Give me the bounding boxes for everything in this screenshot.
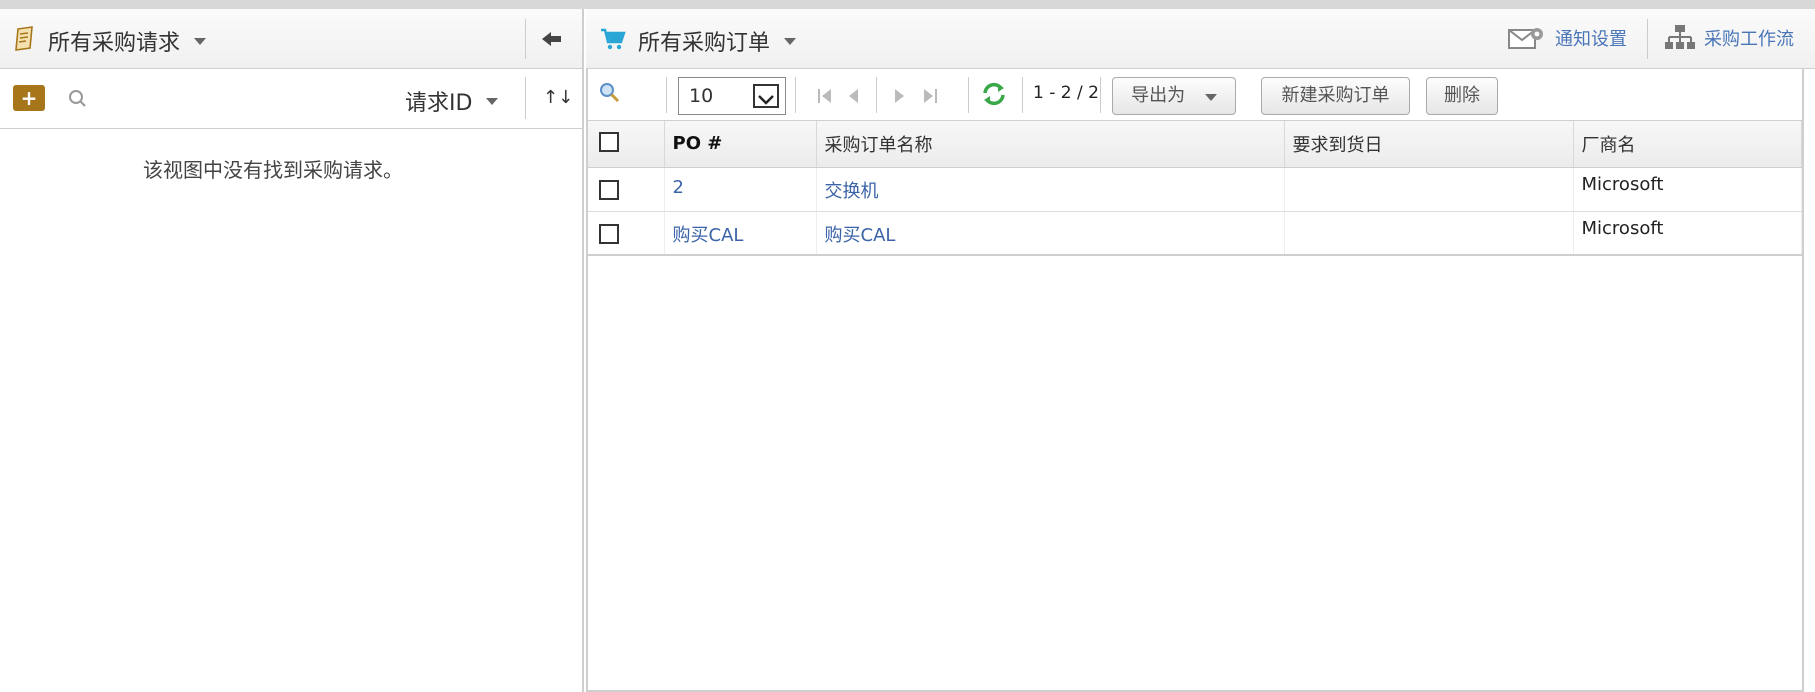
row-select-cell <box>588 211 665 256</box>
notify-settings-icon <box>1508 28 1543 49</box>
new-order-button[interactable]: 新建采购订单 <box>1261 77 1410 115</box>
po-number-link[interactable]: 购买CAL <box>664 211 817 256</box>
divider <box>876 77 877 113</box>
refresh-icon[interactable] <box>981 81 1007 107</box>
orders-pane: 所有采购订单 通知设置 采购工作流 10 1 - 2 / 2 导出为 新建采购订… <box>586 9 1815 692</box>
table-row: 购买CAL 购买CAL Microsoft <box>588 211 1802 256</box>
row-checkbox[interactable] <box>599 179 619 200</box>
requests-view-selector[interactable]: 所有采购请求 <box>12 25 207 57</box>
chevron-down-icon <box>784 37 797 45</box>
divider <box>1022 77 1023 113</box>
workflow-link[interactable]: 采购工作流 <box>1664 23 1794 53</box>
due-date-cell <box>1284 167 1574 212</box>
orders-view-selector[interactable]: 所有采购订单 <box>600 25 797 57</box>
vendor-cell: Microsoft <box>1573 211 1802 256</box>
due-date-cell <box>1284 211 1574 256</box>
notify-settings-link[interactable]: 通知设置 <box>1507 23 1627 53</box>
select-all-cell <box>588 121 665 168</box>
grid-toolbar: 10 1 - 2 / 2 导出为 新建采购订单 删除 <box>588 69 1802 121</box>
page-size-select[interactable]: 10 <box>678 77 786 115</box>
chevron-down-icon <box>194 37 207 45</box>
notify-settings-label: 通知设置 <box>1555 29 1627 50</box>
divider <box>525 77 526 119</box>
column-header-vendor[interactable]: 厂商名 <box>1573 121 1802 168</box>
collapse-pane-button[interactable] <box>540 29 564 49</box>
workflow-icon <box>1665 25 1695 49</box>
first-page-icon[interactable] <box>816 87 834 105</box>
export-button[interactable]: 导出为 <box>1112 77 1236 115</box>
divider <box>525 19 526 59</box>
add-request-button[interactable]: + <box>13 85 45 111</box>
export-label: 导出为 <box>1131 85 1186 106</box>
prev-page-icon[interactable] <box>846 87 860 105</box>
chevron-down-icon <box>486 97 499 105</box>
next-page-icon[interactable] <box>893 87 907 105</box>
divider <box>1100 77 1101 113</box>
divider <box>1647 19 1648 59</box>
requests-toolbar: + 请求ID ↑↓ <box>0 69 582 129</box>
table-header-row: PO # 采购订单名称 要求到货日 厂商名 <box>588 121 1802 168</box>
workflow-label: 采购工作流 <box>1704 29 1794 50</box>
last-page-icon[interactable] <box>921 87 939 105</box>
sort-field-label: 请求ID <box>405 91 473 116</box>
row-checkbox[interactable] <box>599 223 619 244</box>
page-info: 1 - 2 / 2 <box>1033 83 1099 103</box>
request-icon <box>12 26 36 56</box>
empty-message-text: 该视图中没有找到采购请求。 <box>143 158 403 182</box>
delete-button[interactable]: 删除 <box>1426 77 1498 115</box>
po-number-link[interactable]: 2 <box>664 167 817 212</box>
filter-button[interactable] <box>598 81 622 109</box>
search-icon <box>69 90 86 107</box>
empty-message: 该视图中没有找到采购请求。 <box>0 154 584 183</box>
orders-header: 所有采购订单 通知设置 采购工作流 <box>586 9 1815 69</box>
chevron-down-icon <box>753 84 779 108</box>
search-button[interactable] <box>68 89 88 109</box>
column-header-name[interactable]: 采购订单名称 <box>816 121 1285 168</box>
cart-icon <box>600 27 626 55</box>
orders-table: PO # 采购订单名称 要求到货日 厂商名 2 交换机 Microsoft 购买… <box>588 121 1802 256</box>
divider <box>968 77 969 113</box>
page-size-value: 10 <box>689 85 714 107</box>
chevron-down-icon <box>1204 94 1217 101</box>
row-select-cell <box>588 167 665 212</box>
column-header-po[interactable]: PO # <box>664 121 817 168</box>
orders-title: 所有采购订单 <box>638 31 771 56</box>
requests-title: 所有采购请求 <box>48 31 181 56</box>
sort-order-toggle[interactable]: ↑↓ <box>543 87 573 108</box>
vendor-cell: Microsoft <box>1573 167 1802 212</box>
filter-icon <box>600 83 620 103</box>
orders-grid: 10 1 - 2 / 2 导出为 新建采购订单 删除 PO # 采购订单名称 要… <box>586 69 1804 692</box>
back-arrow-icon <box>542 32 561 46</box>
order-name-link[interactable]: 交换机 <box>816 167 1285 212</box>
column-header-due-date[interactable]: 要求到货日 <box>1284 121 1574 168</box>
divider <box>795 77 796 113</box>
divider <box>666 77 667 113</box>
order-name-link[interactable]: 购买CAL <box>816 211 1285 256</box>
select-all-checkbox[interactable] <box>599 132 619 153</box>
sort-field-selector[interactable]: 请求ID <box>405 85 499 117</box>
requests-pane: 所有采购请求 + 请求ID ↑↓ 该视图中没有找到采购请求。 <box>0 9 584 692</box>
requests-header: 所有采购请求 <box>0 9 582 69</box>
table-row: 2 交换机 Microsoft <box>588 167 1802 212</box>
top-strip <box>0 0 1815 9</box>
